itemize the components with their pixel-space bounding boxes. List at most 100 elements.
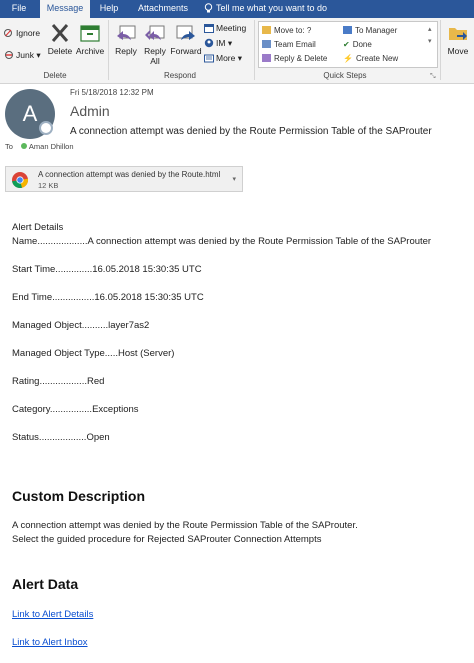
custom-description-line-2: Select the guided procedure for Rejected… <box>12 534 322 545</box>
done-label: Done <box>352 40 372 49</box>
delete-label: Delete <box>47 46 73 56</box>
respond-group-label: Respond <box>163 71 197 80</box>
im-button[interactable]: IM ▾ <box>204 38 232 49</box>
reply-delete-icon <box>262 54 271 62</box>
reply-delete-label: Reply & Delete <box>274 54 328 63</box>
chevron-down-icon: ▾ <box>225 38 233 48</box>
folder-icon <box>262 26 271 34</box>
team-email-icon <box>262 40 271 48</box>
rating-field: Rating..................Red <box>12 376 105 387</box>
archive-icon <box>80 25 100 42</box>
lightbulb-icon <box>204 3 213 13</box>
junk-button[interactable]: Junk ▾ <box>4 50 41 61</box>
gallery-scroll-down[interactable]: ▾ <box>428 36 432 47</box>
archive-label: Archive <box>75 46 105 56</box>
gallery-scroll-up[interactable]: ▴ <box>428 24 432 35</box>
link-alert-inbox[interactable]: Link to Alert Inbox <box>12 637 88 648</box>
quick-step-create-new[interactable]: ⚡ Create New <box>343 54 398 63</box>
delete-button[interactable]: Delete <box>46 22 74 56</box>
more-icon <box>204 54 214 63</box>
move-label: Move <box>447 46 469 56</box>
group-separator <box>440 20 441 80</box>
alert-details-title: Alert Details <box>12 222 64 233</box>
status-field: Status..................Open <box>12 432 110 443</box>
reply-all-button[interactable]: Reply All <box>141 22 169 66</box>
move-to-label: Move to: ? <box>274 26 312 35</box>
quick-step-reply-delete[interactable]: Reply & Delete <box>262 54 327 63</box>
sender-name[interactable]: Admin <box>70 103 110 119</box>
reply-all-icon <box>145 25 165 40</box>
forward-icon <box>176 25 195 40</box>
managed-object-field: Managed Object..........layer7as2 <box>12 320 150 331</box>
reply-label: Reply <box>115 46 137 56</box>
meeting-label: Meeting <box>216 23 247 33</box>
junk-label: Junk <box>16 50 34 60</box>
lightning-icon: ⚡ <box>343 54 353 63</box>
im-icon <box>204 38 214 48</box>
to-label: To <box>5 142 13 151</box>
attachment-card[interactable]: A connection attempt was denied by the R… <box>5 166 243 192</box>
more-label: More <box>216 53 236 63</box>
chevron-down-icon: ▾ <box>33 50 41 60</box>
recipient-row: To Aman Dhillon <box>5 142 74 151</box>
link-alert-details[interactable]: Link to Alert Details <box>12 609 93 620</box>
managed-object-type-field: Managed Object Type.....Host (Server) <box>12 348 175 359</box>
presence-icon <box>39 121 53 135</box>
alert-data-heading: Alert Data <box>12 576 79 592</box>
ignore-label: Ignore <box>16 28 41 38</box>
delete-icon <box>51 24 69 42</box>
create-new-label: Create New <box>355 54 399 63</box>
quick-step-done[interactable]: ✔ Done <box>343 40 372 49</box>
tab-file[interactable]: File <box>4 0 34 18</box>
chrome-icon <box>12 172 29 189</box>
move-button[interactable]: Move <box>443 22 473 56</box>
tab-message[interactable]: Message <box>40 0 90 18</box>
meeting-button[interactable]: Meeting <box>204 23 246 34</box>
reply-all-label-2: All <box>150 56 160 66</box>
forward-label: Forward <box>170 46 202 56</box>
quick-step-move-to[interactable]: Move to: ? <box>262 26 311 35</box>
archive-button[interactable]: Archive <box>75 22 105 56</box>
reply-all-label-1: Reply <box>144 46 166 56</box>
quick-steps-group-label: Quick Steps <box>323 71 367 80</box>
group-separator <box>254 20 255 80</box>
ribbon: Ignore Junk ▾ Delete Archive Delete Repl… <box>0 18 474 84</box>
quick-step-to-manager[interactable]: To Manager <box>343 26 397 35</box>
attachment-size: 12 KB <box>38 181 59 190</box>
ignore-icon <box>4 29 12 37</box>
chevron-down-icon[interactable]: ▾ <box>232 175 236 183</box>
attachment-name: A connection attempt was denied by the R… <box>38 170 221 179</box>
arrow-right-icon <box>343 26 352 34</box>
group-separator <box>108 20 109 80</box>
quick-steps-gallery: Move to: ? Team Email Reply & Delete To … <box>258 21 438 68</box>
chevron-down-icon: ▾ <box>235 53 243 63</box>
dialog-launcher-icon[interactable]: ⤡ <box>430 71 436 82</box>
calendar-icon <box>204 24 214 33</box>
junk-icon <box>5 51 13 59</box>
recipient-name[interactable]: Aman Dhillon <box>29 142 74 151</box>
forward-button[interactable]: Forward <box>170 22 202 56</box>
category-field: Category................Exceptions <box>12 404 139 415</box>
message-subject: A connection attempt was denied by the R… <box>70 126 432 137</box>
checkmark-icon: ✔ <box>343 40 350 49</box>
reply-icon <box>117 25 136 40</box>
custom-description-line-1: A connection attempt was denied by the R… <box>12 520 358 531</box>
tell-me-box[interactable]: Tell me what you want to do <box>204 0 327 18</box>
ribbon-tab-bar: File Message Help Attachments Tell me wh… <box>0 0 474 18</box>
reply-button[interactable]: Reply <box>112 22 140 56</box>
tell-me-text: Tell me what you want to do <box>216 3 328 13</box>
team-email-label: Team Email <box>274 40 316 49</box>
presence-dot-icon <box>20 143 27 149</box>
custom-description-heading: Custom Description <box>12 488 146 504</box>
to-manager-label: To Manager <box>355 26 398 35</box>
sent-date: Fri 5/18/2018 12:32 PM <box>70 88 154 97</box>
tab-attachments[interactable]: Attachments <box>130 0 196 18</box>
start-time-field: Start Time..............16.05.2018 15:30… <box>12 264 202 275</box>
name-field: Name...................A connection atte… <box>12 236 432 247</box>
tab-help[interactable]: Help <box>94 0 124 18</box>
end-time-field: End Time................16.05.2018 15:30… <box>12 292 204 303</box>
delete-group-label: Delete <box>43 71 67 80</box>
ignore-button[interactable]: Ignore <box>4 28 40 39</box>
more-button[interactable]: More ▾ <box>204 53 242 64</box>
quick-step-team-email[interactable]: Team Email <box>262 40 316 49</box>
